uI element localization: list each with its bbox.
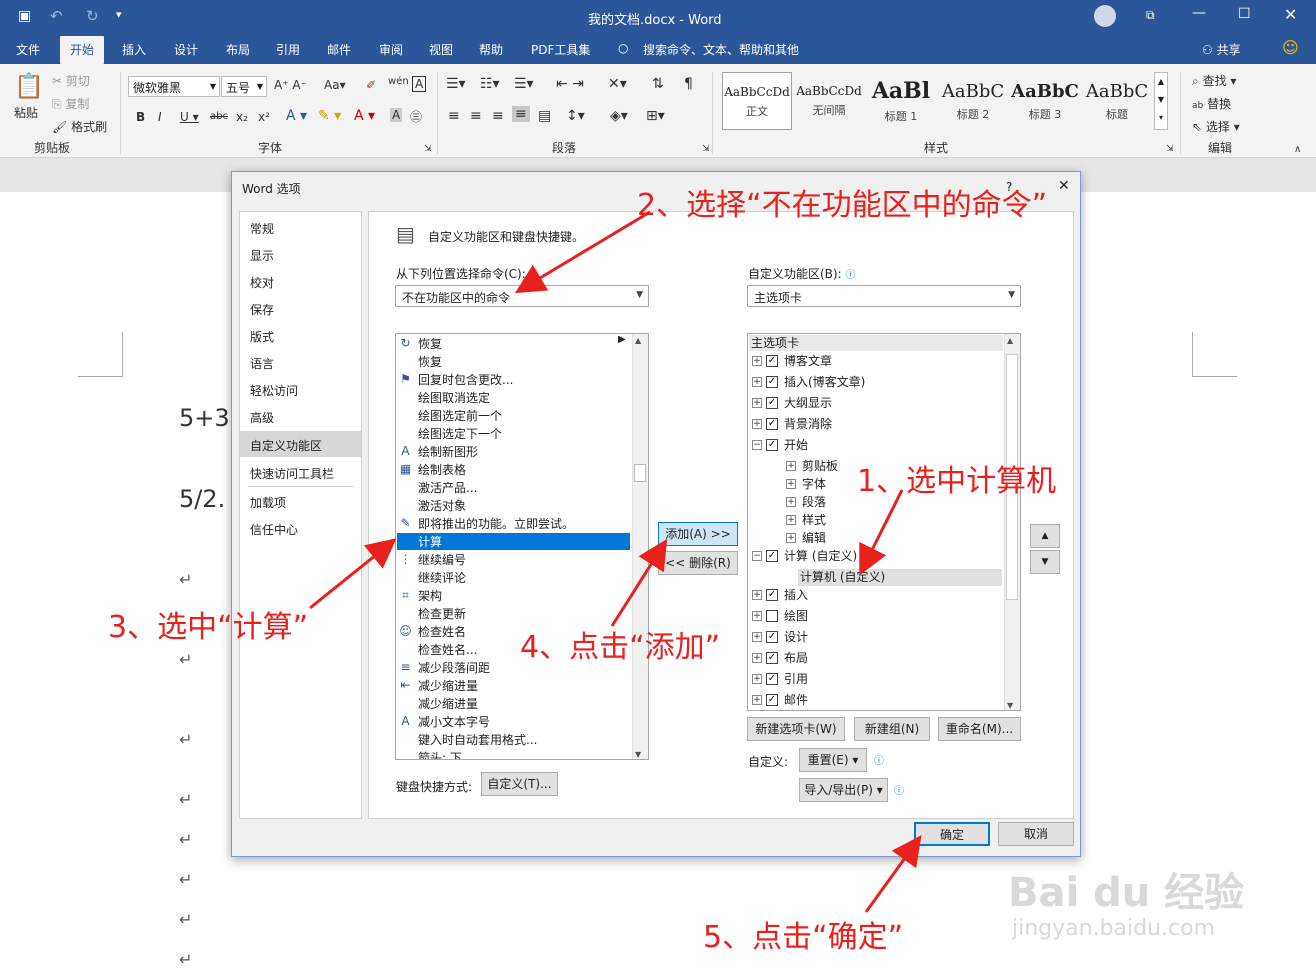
annotation-step-4: 4、点击“添加”: [520, 630, 721, 665]
annotation-step-2: 2、选择“不在功能区中的命令”: [637, 188, 1048, 223]
annotation-step-1: 1、选中计算机: [857, 464, 1057, 499]
arrow-1: [859, 489, 904, 576]
arrow-5: [864, 835, 922, 913]
annotation-arrows: [309, 210, 922, 913]
arrow-2: [514, 210, 651, 294]
arrow-3: [309, 538, 397, 610]
annotation-step-5: 5、点击“确定”: [703, 920, 904, 955]
arrow-4: [610, 538, 668, 627]
annotation-step-3: 3、选中“计算”: [108, 610, 309, 645]
